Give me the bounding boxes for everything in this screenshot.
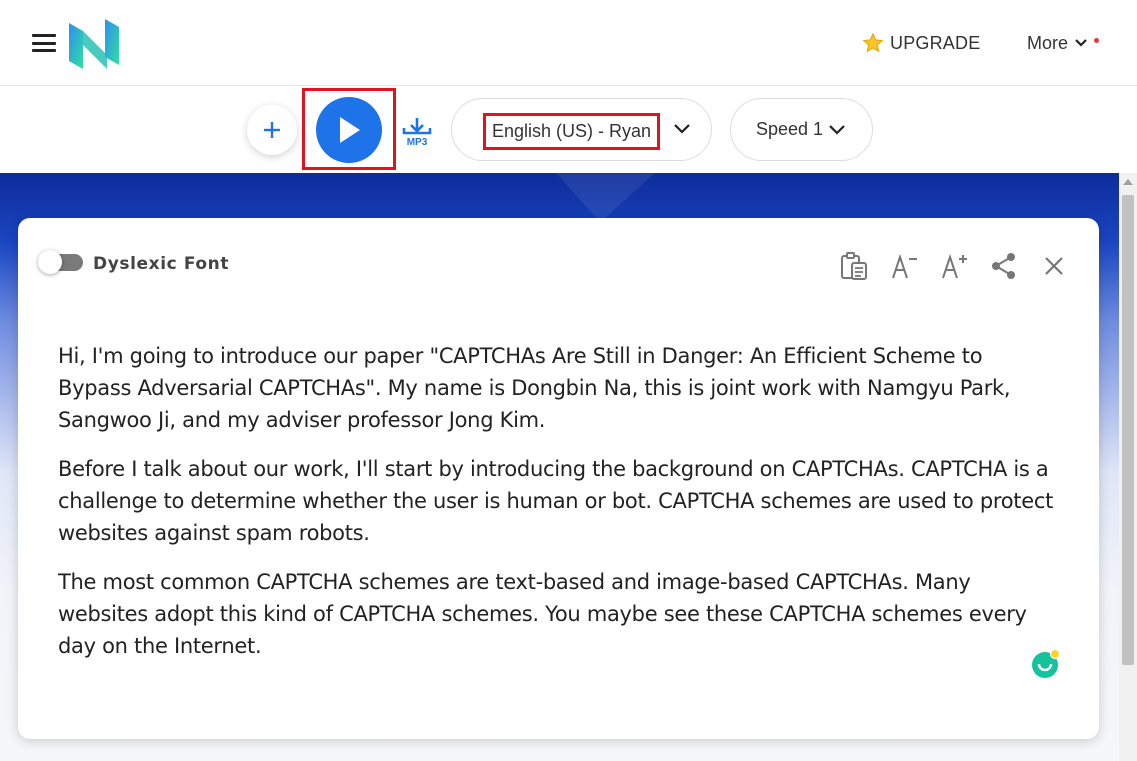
clipboard-button[interactable] — [838, 250, 870, 282]
naturalreader-logo[interactable] — [67, 19, 121, 69]
page-scrollbar[interactable] — [1119, 173, 1137, 761]
more-label: More — [1027, 32, 1069, 53]
chevron-down-icon — [1075, 39, 1087, 47]
chevron-down-icon[interactable] — [672, 122, 692, 136]
close-icon — [1045, 257, 1063, 275]
top-header: UPGRADE More — [0, 0, 1137, 86]
dyslexic-font-label: Dyslexic Font — [93, 254, 230, 274]
reader-panel: Dyslexic Font Hi, I'm going to introduce… — [18, 218, 1099, 739]
share-button[interactable] — [988, 250, 1020, 282]
speed-label: Speed 1 — [755, 119, 824, 139]
share-icon — [992, 253, 1015, 279]
star-icon — [862, 32, 884, 53]
increase-font-button[interactable] — [938, 250, 970, 282]
player-toolbar: MP3 English (US) - Ryan Speed 1 — [0, 86, 1137, 173]
paragraph: Before I talk about our work, I'll start… — [58, 457, 1054, 545]
more-menu-button[interactable]: More — [1027, 30, 1088, 56]
decrease-font-button[interactable] — [888, 250, 920, 282]
clipboard-icon — [841, 252, 867, 280]
close-button[interactable] — [1038, 250, 1070, 282]
document-text: Hi, I'm going to introduce our paper "CA… — [58, 340, 1058, 679]
voice-label: English (US) - Ryan — [491, 121, 652, 141]
notification-dot — [1094, 38, 1099, 43]
play-button[interactable] — [316, 97, 382, 163]
grammarly-icon[interactable] — [1031, 649, 1061, 679]
dyslexic-font-toggle[interactable] — [38, 250, 83, 274]
play-icon — [340, 117, 360, 143]
add-document-button[interactable] — [247, 105, 297, 155]
decrease-font-icon — [892, 253, 917, 279]
increase-font-icon — [942, 253, 967, 279]
download-mp3-icon[interactable]: MP3 — [400, 116, 434, 148]
scroll-up-arrow-icon[interactable] — [1123, 179, 1133, 185]
upgrade-label: UPGRADE — [890, 32, 981, 53]
paragraph: The most common CAPTCHA schemes are text… — [58, 570, 1027, 658]
speed-selector[interactable]: Speed 1 — [730, 98, 873, 161]
mp3-label: MP3 — [407, 137, 428, 148]
upgrade-button[interactable]: UPGRADE — [862, 30, 980, 56]
paragraph: Hi, I'm going to introduce our paper "CA… — [58, 344, 1011, 432]
voice-label-highlight: English (US) - Ryan — [483, 113, 660, 150]
chevron-down-icon — [829, 124, 845, 135]
hamburger-menu-icon[interactable] — [32, 34, 56, 52]
plus-icon — [264, 122, 280, 138]
scroll-thumb[interactable] — [1122, 195, 1134, 665]
